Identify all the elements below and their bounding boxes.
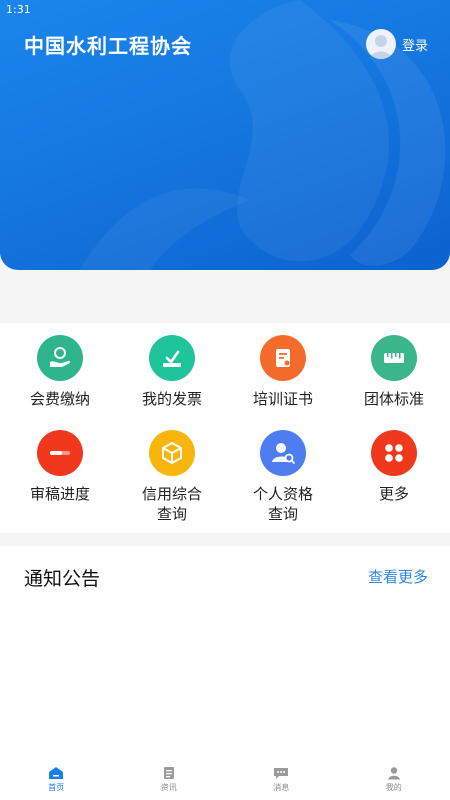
status-bar: 1:31 [0,0,450,20]
tab-news[interactable]: 资讯 [113,756,226,800]
tab-label: 消息 [273,783,290,792]
notice-section: 通知公告 查看更多 [0,546,450,756]
status-time: 1:31 [6,3,31,16]
tab-profile[interactable]: 我的 [338,756,450,800]
more-icon [371,430,417,476]
grid-item-fee-payment[interactable]: 会费缴纳 [4,335,116,409]
function-grid: 会费缴纳 我的发票 培训证书 团体标准 审稿进度 信用综合 查询 个人资格 查询… [0,323,450,533]
home-icon [49,767,64,779]
tab-label: 我的 [385,783,402,792]
header-banner: 中国水利工程协会 登录 [0,0,450,270]
app-title: 中国水利工程协会 [24,34,192,58]
grid-label: 个人资格 查询 [252,485,313,523]
certificate-icon [260,335,306,381]
grid-item-group-standard[interactable]: 团体标准 [338,335,450,409]
grid-label: 更多 [378,485,409,503]
grid-label: 培训证书 [252,390,313,408]
grid-label: 会费缴纳 [29,390,90,408]
grid-item-my-invoice[interactable]: 我的发票 [116,335,228,409]
grid-label: 团体标准 [363,390,424,408]
tab-messages[interactable]: 消息 [225,756,338,800]
ruler-icon [371,335,417,381]
grid-label: 信用综合 查询 [141,485,202,523]
profile-icon [387,767,400,780]
view-more-link[interactable]: 查看更多 [368,566,428,587]
message-icon [274,768,289,779]
hand-coin-icon [37,335,83,381]
grid-item-personal-qualification[interactable]: 个人资格 查询 [227,430,339,524]
tab-home[interactable]: 首页 [0,756,113,800]
avatar-icon [365,29,396,59]
login-button[interactable]: 登录 [365,29,428,59]
person-search-icon [260,430,306,476]
grid-item-credit-query[interactable]: 信用综合 查询 [116,430,228,524]
login-label: 登录 [401,38,428,54]
news-icon [163,767,174,779]
tab-label: 资讯 [160,783,177,792]
invoice-icon [149,335,195,381]
grid-item-more[interactable]: 更多 [338,430,450,504]
grid-item-training-cert[interactable]: 培训证书 [227,335,339,409]
grid-label: 审稿进度 [29,485,90,503]
progress-icon [37,430,83,476]
bottom-tab-bar: 首页 资讯 消息 我的 [0,756,450,800]
grid-label: 我的发票 [141,390,202,408]
notice-title: 通知公告 [24,568,101,590]
grid-item-review-progress[interactable]: 审稿进度 [4,430,116,504]
cube-icon [149,430,195,476]
tab-label: 首页 [48,783,65,792]
